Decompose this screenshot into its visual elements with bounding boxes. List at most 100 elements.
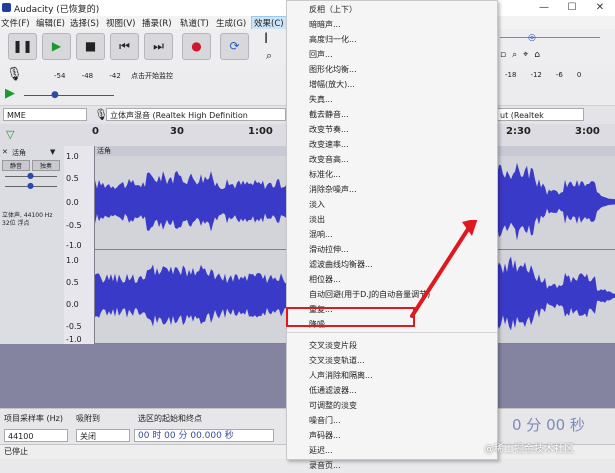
scale-label: 0.5 bbox=[66, 174, 79, 183]
effect-menu-item[interactable]: 淡出 bbox=[309, 212, 325, 227]
menu-generate[interactable]: 生成(G) bbox=[216, 17, 246, 29]
ruler-label: 30 bbox=[170, 126, 184, 137]
selection-start-time[interactable]: 00 时 00 分 00.000 秒 bbox=[134, 429, 274, 442]
effect-menu-item[interactable]: 可调整的淡变 bbox=[309, 398, 357, 413]
snap-select[interactable]: 关闭 bbox=[76, 429, 130, 442]
track-control-panel[interactable]: ✕ 活角 ▼ 静音 独奏 ● ● 立体声, 44100 Hz 32位 浮点 bbox=[0, 146, 65, 344]
effect-menu-item[interactable]: 声码器... bbox=[309, 428, 341, 443]
playback-speed-track bbox=[500, 37, 600, 38]
track-close-button[interactable]: ✕ bbox=[2, 148, 8, 156]
effect-menu-item[interactable]: 改变音高... bbox=[309, 152, 349, 167]
project-rate-label: 项目采样率 (Hz) bbox=[4, 414, 63, 423]
effect-menu-item[interactable]: 增幅(放大)... bbox=[309, 77, 355, 92]
effect-menu-item[interactable]: 延迟... bbox=[309, 443, 333, 458]
selection-tool-icon[interactable]: I bbox=[264, 31, 268, 47]
menu-record[interactable]: 播录(R) bbox=[142, 17, 172, 29]
effect-menu-item[interactable]: 暗暗声... bbox=[309, 17, 341, 32]
menu-view[interactable]: 视图(V) bbox=[106, 17, 135, 29]
scale-label: 0.0 bbox=[66, 300, 79, 309]
scale-label: 0.5 bbox=[66, 278, 79, 287]
input-device-select[interactable]: 立体声混音 (Realtek High Definition bbox=[106, 108, 286, 121]
record-meter-ticks[interactable]: -54 -48 -42 点击开始监控 bbox=[24, 71, 173, 81]
project-rate-select[interactable]: 44100 bbox=[4, 429, 68, 442]
pan-knob[interactable]: ● bbox=[27, 181, 34, 190]
effect-menu-item[interactable]: 滤波曲线均衡器... bbox=[309, 257, 373, 272]
solo-button[interactable]: 独奏 bbox=[32, 160, 60, 171]
track-info: 立体声, 44100 Hz 32位 浮点 bbox=[2, 212, 53, 227]
scale-label: 0.0 bbox=[66, 198, 79, 207]
record-icon: ● bbox=[191, 39, 202, 53]
pause-icon: ❚❚ bbox=[12, 39, 33, 53]
effect-menu-item[interactable]: 消除杂噪声... bbox=[309, 182, 357, 197]
status-text: 已停止 bbox=[4, 447, 28, 456]
stop-button[interactable]: ■ bbox=[76, 33, 105, 60]
zoom-icon[interactable]: ⌕ bbox=[266, 49, 272, 63]
effect-menu-item[interactable]: 失真... bbox=[309, 92, 333, 107]
play-at-speed-icon[interactable]: ▶ bbox=[5, 86, 15, 101]
ruler-label: 0 bbox=[92, 126, 99, 137]
timeline-play-head-icon[interactable]: ▽ bbox=[6, 128, 14, 141]
skip-start-icon: ⏮ bbox=[119, 39, 130, 53]
scale-label: -0.5 bbox=[66, 322, 82, 331]
effect-menu-item[interactable]: 改变节奏... bbox=[309, 122, 349, 137]
annotation-arrow-icon bbox=[410, 220, 478, 318]
effect-menu-item[interactable]: 图形化均衡... bbox=[309, 62, 357, 77]
scale-label: -1.0 bbox=[66, 241, 82, 250]
ruler-label: 1:00 bbox=[248, 126, 273, 137]
menu-effect[interactable]: 效果(C) bbox=[251, 16, 287, 30]
effect-menu-item[interactable]: 人声消除和隔离... bbox=[309, 368, 373, 383]
track-name-menu[interactable]: 活角 bbox=[12, 148, 26, 158]
host-select[interactable]: MME bbox=[3, 108, 87, 121]
maximize-button[interactable]: ☐ bbox=[558, 0, 586, 16]
effect-menu-item[interactable]: 标准化... bbox=[309, 167, 341, 182]
effect-menu-item[interactable]: 高度归一化... bbox=[309, 32, 357, 47]
selection-range-label: 选区的起始和终点 bbox=[138, 414, 202, 423]
effect-menu-item[interactable]: 回声... bbox=[309, 47, 333, 62]
speed-slider-knob[interactable]: ◎ bbox=[528, 33, 536, 43]
effect-menu-item[interactable]: 滑动拉伸... bbox=[309, 242, 349, 257]
effect-menu-item[interactable]: 相位器... bbox=[309, 272, 341, 287]
effect-menu-item[interactable]: 噪音门... bbox=[309, 413, 341, 428]
playback-meter-ticks[interactable]: -18 -12 -6 0 bbox=[505, 71, 581, 79]
menu-edit[interactable]: 编辑(E) bbox=[36, 17, 65, 29]
play-button[interactable]: ▶ bbox=[42, 33, 71, 60]
menu-select[interactable]: 选择(S) bbox=[70, 17, 99, 29]
ruler-label: 3:00 bbox=[575, 126, 600, 137]
loop-button[interactable]: ⟳ bbox=[220, 33, 249, 60]
audio-position-time[interactable]: 0 分 00 秒 bbox=[512, 414, 585, 435]
meter-hint: 点击开始监控 bbox=[131, 72, 174, 80]
snap-label: 吸附到 bbox=[76, 414, 100, 423]
skip-to-end-button[interactable]: ⏭ bbox=[144, 33, 173, 60]
audacity-logo-icon bbox=[2, 3, 11, 12]
stop-icon: ■ bbox=[84, 39, 97, 53]
ruler-label: 2:30 bbox=[506, 126, 531, 137]
edit-tools-icons[interactable]: ▫⌕⌖⌂ bbox=[500, 50, 610, 60]
gain-knob[interactable]: ● bbox=[27, 171, 34, 180]
scale-label: 1.0 bbox=[66, 256, 79, 265]
effect-menu-item[interactable]: 混响... bbox=[309, 227, 333, 242]
output-device-select[interactable]: ut (Realtek bbox=[496, 108, 584, 121]
effect-menu-item[interactable]: 截去静音... bbox=[309, 107, 349, 122]
effect-menu-item[interactable]: 交叉淡变轨道... bbox=[309, 353, 365, 368]
minimize-button[interactable]: — bbox=[530, 0, 558, 16]
effect-menu-item[interactable]: 低通滤波器... bbox=[309, 383, 357, 398]
skip-end-icon: ⏭ bbox=[153, 39, 164, 53]
close-button[interactable]: ✕ bbox=[586, 0, 614, 16]
effect-menu-item[interactable]: 反相（上下） bbox=[309, 2, 357, 17]
mute-button[interactable]: 静音 bbox=[2, 160, 30, 171]
record-button[interactable]: ● bbox=[182, 33, 211, 60]
menu-tracks[interactable]: 轨道(T) bbox=[180, 17, 209, 29]
microphone-icon[interactable]: 🎙 bbox=[6, 67, 23, 82]
pause-button[interactable]: ❚❚ bbox=[8, 33, 37, 60]
track-dropdown-icon[interactable]: ▼ bbox=[50, 148, 55, 156]
effect-menu-item[interactable]: 改变速率... bbox=[309, 137, 349, 152]
effect-menu-item[interactable]: 交叉淡变片段 bbox=[309, 338, 357, 353]
speed-knob[interactable]: ● bbox=[51, 90, 59, 100]
amplitude-scale: 1.0 0.5 0.0 -0.5 -1.0 1.0 0.5 0.0 -0.5 -… bbox=[64, 146, 94, 344]
speed-slider[interactable] bbox=[24, 95, 114, 96]
effect-menu-item[interactable]: 淡入 bbox=[309, 197, 325, 212]
menu-file[interactable]: 文件(F) bbox=[1, 17, 30, 29]
skip-to-start-button[interactable]: ⏮ bbox=[110, 33, 139, 60]
highlight-box bbox=[286, 307, 415, 327]
effect-menu-item[interactable]: 录音页... bbox=[309, 458, 341, 473]
